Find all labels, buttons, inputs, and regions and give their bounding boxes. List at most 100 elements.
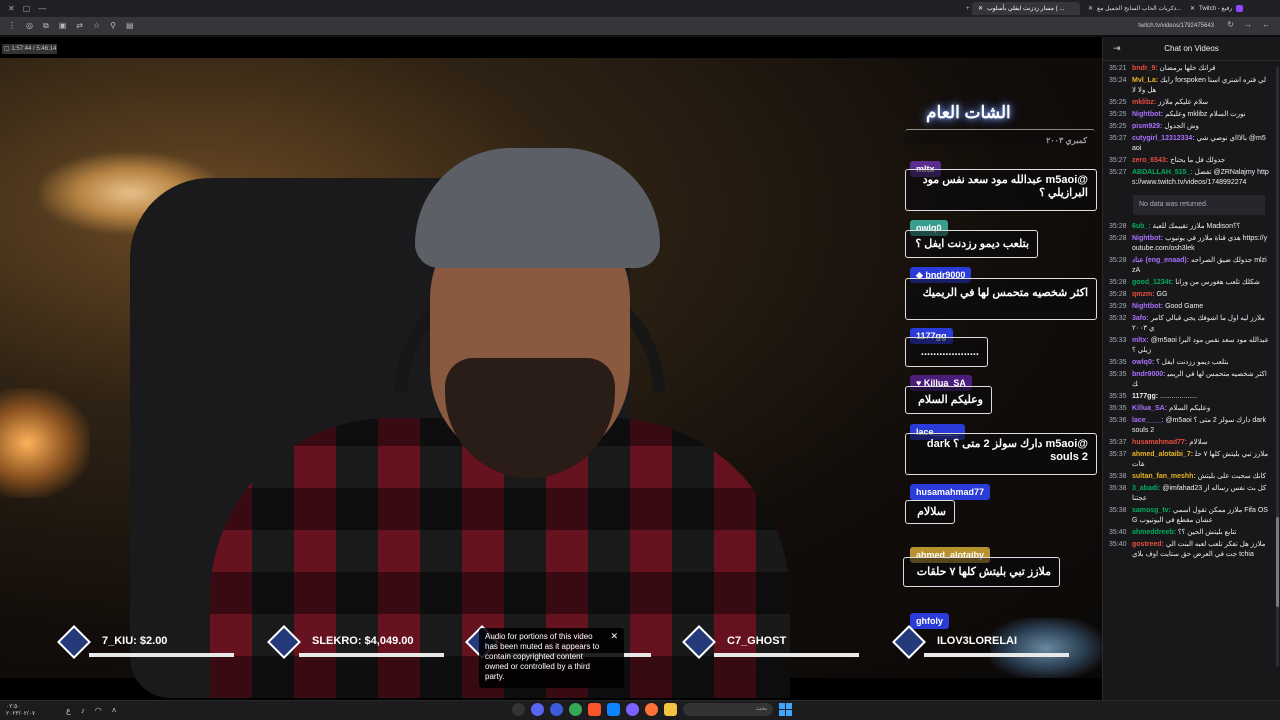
chat-timestamp[interactable]: 35:27 — [1109, 168, 1127, 188]
windows-start-icon[interactable] — [779, 703, 792, 716]
chat-username[interactable]: ahmed_alotaibi_7: — [1132, 451, 1193, 458]
maximize-window-icon[interactable]: ▢ — [23, 4, 31, 13]
chat-timestamp[interactable]: 35:38 — [1109, 506, 1127, 526]
minimize-window-icon[interactable]: — — [38, 4, 46, 13]
chrome-icon[interactable] — [569, 703, 582, 716]
chat-timestamp[interactable]: 35:37 — [1109, 450, 1127, 470]
chat-username[interactable]: gostreed: — [1132, 541, 1164, 548]
chat-username[interactable]: Nightbot: — [1132, 111, 1163, 118]
tab-close-icon[interactable]: ✕ — [978, 5, 983, 12]
settings-icon[interactable]: ◎ — [26, 21, 33, 31]
chat-username[interactable]: 3_abadi: — [1132, 485, 1160, 492]
chat-username[interactable]: ABDALLAH_515_: — [1132, 169, 1193, 176]
app-icon[interactable] — [550, 703, 563, 716]
network-icon[interactable]: ◠ — [95, 706, 102, 715]
chat-timestamp[interactable]: 35:25 — [1109, 110, 1127, 120]
firefox-icon[interactable] — [645, 703, 658, 716]
browser-tab[interactable]: ✕ Twitch - رفيع — [1184, 2, 1274, 15]
chat-username[interactable]: 1177gg: — [1132, 393, 1158, 400]
browser-tab[interactable]: ✕ ذكريات الحاب السابح الجميل مع... — [1082, 2, 1182, 15]
chat-username[interactable]: owlq0: — [1132, 359, 1154, 366]
tray-expand-icon[interactable]: ˄ — [112, 706, 117, 715]
close-window-icon[interactable]: ✕ — [8, 4, 15, 13]
chat-username[interactable]: mltx: — [1132, 337, 1149, 344]
chat-username[interactable]: qmzm: — [1132, 291, 1155, 298]
chat-timestamp[interactable]: 35:27 — [1109, 156, 1127, 166]
chat-timestamp[interactable]: 35:28 — [1109, 234, 1127, 254]
chat-timestamp[interactable]: 35:33 — [1109, 336, 1127, 356]
chat-username[interactable]: good_1234t: — [1132, 279, 1173, 286]
chat-username[interactable]: 3afo: — [1132, 315, 1149, 322]
chat-timestamp[interactable]: 35:28 — [1109, 222, 1127, 232]
chat-username[interactable]: zero_6543: — [1132, 157, 1168, 164]
chat-timestamp[interactable]: 35:21 — [1109, 64, 1127, 74]
chat-username[interactable]: mklibz: — [1132, 99, 1156, 106]
chat-timestamp[interactable]: 35:28 — [1109, 290, 1127, 300]
chat-timestamp[interactable]: 35:29 — [1109, 302, 1127, 312]
chat-scroll-thumb[interactable] — [1276, 517, 1279, 607]
chat-timestamp[interactable]: 35:36 — [1109, 416, 1127, 436]
new-tab-button[interactable]: + — [960, 2, 972, 15]
chat-timestamp[interactable]: 35:28 — [1109, 278, 1127, 288]
discord-icon[interactable] — [531, 703, 544, 716]
video-player[interactable]: ▢ 1:57:44 / 5:46:14 الشات العام كمبري ٢٠… — [0, 37, 1102, 700]
chat-username[interactable]: ahmeddreeb: — [1132, 529, 1176, 536]
file-explorer-icon[interactable] — [664, 703, 677, 716]
volume-icon[interactable]: ♪ — [81, 706, 85, 715]
chat-username[interactable]: sultan_fan_meshh: — [1132, 473, 1196, 480]
chat-username[interactable]: Nightbot: — [1132, 303, 1163, 310]
chat-timestamp[interactable]: 35:35 — [1109, 370, 1127, 390]
chat-timestamp[interactable]: 35:35 — [1109, 404, 1127, 414]
browser-tab-active[interactable]: ✕ مسار ردزنت ايفلي بأسلوب ( ... — [972, 2, 1080, 15]
favorite-star-icon[interactable]: ☆ — [93, 21, 100, 31]
forward-icon[interactable]: → — [1244, 20, 1252, 29]
copilot-icon[interactable] — [512, 703, 525, 716]
chat-timestamp[interactable]: 35:40 — [1109, 540, 1127, 560]
chat-timestamp[interactable]: 35:40 — [1109, 528, 1127, 538]
chat-message-list[interactable]: 35:21 bndr_9: قرانك خلها برمضان 35:24 Mvl_L… — [1103, 63, 1275, 695]
chat-timestamp[interactable]: 35:27 — [1109, 134, 1127, 154]
chat-timestamp[interactable]: 35:25 — [1109, 98, 1127, 108]
media-icon[interactable] — [626, 703, 639, 716]
brave-icon[interactable] — [588, 703, 601, 716]
chat-timestamp[interactable]: 35:37 — [1109, 438, 1127, 448]
chat-username[interactable]: Mvl_La: — [1132, 77, 1158, 84]
zoom-icon[interactable]: ⚲ — [110, 21, 116, 31]
store-icon[interactable] — [607, 703, 620, 716]
chat-timestamp[interactable]: 35:25 — [1109, 122, 1127, 132]
chat-username[interactable]: bndr_9: — [1132, 65, 1158, 72]
collections-icon[interactable]: ▣ — [59, 21, 67, 31]
tab-close-icon[interactable]: ✕ — [1088, 5, 1093, 12]
chat-timestamp[interactable]: 35:32 — [1109, 314, 1127, 334]
menu-icon[interactable]: ⋮ — [8, 21, 16, 31]
chat-timestamp[interactable]: 35:38 — [1109, 472, 1127, 482]
chat-timestamp[interactable]: 35:35 — [1109, 392, 1127, 402]
tab-close-icon[interactable]: ✕ — [1190, 5, 1195, 12]
collapse-chat-icon[interactable]: ⇥ — [1113, 43, 1121, 54]
chat-username[interactable]: lace____: — [1132, 417, 1164, 424]
chat-username[interactable]: husamahmad77: — [1132, 439, 1187, 446]
chat-message: 35:37 ahmed_alotaibi_7: ملازز تبي بليتش ك… — [1103, 449, 1275, 471]
extension-icon[interactable]: ⧉ — [43, 21, 49, 31]
chat-username[interactable]: Nightbot: — [1132, 235, 1163, 242]
chat-username[interactable]: عناد (eng_enaad): — [1132, 257, 1189, 264]
chat-username[interactable]: 6ub_: — [1132, 223, 1151, 230]
chat-timestamp[interactable]: 35:24 — [1109, 76, 1127, 96]
refresh-icon[interactable]: ↻ — [1227, 20, 1234, 29]
chat-username[interactable]: bndr9000: — [1132, 371, 1165, 378]
chat-username[interactable]: pism929: — [1132, 123, 1162, 130]
chat-timestamp[interactable]: 35:35 — [1109, 358, 1127, 368]
chat-timestamp[interactable]: 35:38 — [1109, 484, 1127, 504]
close-icon[interactable]: ✕ — [610, 631, 618, 641]
reader-icon[interactable]: ▤ — [126, 21, 134, 31]
chat-username[interactable]: Killua_SA: — [1132, 405, 1167, 412]
taskbar-search[interactable]: بحث — [683, 703, 773, 716]
chat-username[interactable]: cutygirl_12312334: — [1132, 135, 1195, 142]
address-bar[interactable]: twitch.tv/videos/1792475643 — [1000, 20, 1220, 32]
chat-username[interactable]: samosg_tv: — [1132, 507, 1171, 514]
language-icon[interactable]: ع — [66, 706, 71, 715]
chat-timestamp[interactable]: 35:28 — [1109, 256, 1127, 276]
back-icon[interactable]: ← — [1262, 20, 1270, 29]
sync-icon[interactable]: ⇄ — [76, 21, 83, 31]
clock[interactable]: ٠٢:٥٠ ٢٠٢٣/٠٢/٠٧ — [6, 704, 35, 718]
